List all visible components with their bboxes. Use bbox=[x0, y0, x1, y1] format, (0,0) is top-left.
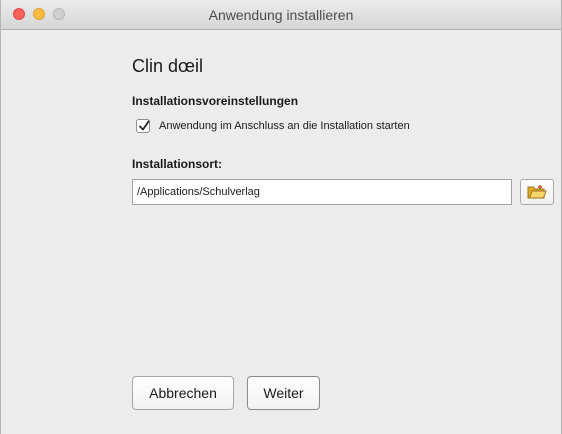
browse-folder-button[interactable] bbox=[520, 179, 554, 205]
settings-heading: Installationsvoreinstellungen bbox=[132, 94, 299, 108]
checkmark-icon bbox=[139, 120, 150, 131]
cancel-button[interactable]: Abbrechen bbox=[132, 376, 234, 410]
launch-after-install-label: Anwendung im Anschluss an die Installati… bbox=[159, 120, 410, 132]
app-name: Clin dœil bbox=[132, 56, 204, 76]
title-bar[interactable]: Anwendung installieren bbox=[1, 0, 561, 30]
window-title: Anwendung installieren bbox=[208, 7, 354, 23]
next-button[interactable]: Weiter bbox=[247, 376, 320, 410]
folder-open-icon bbox=[527, 185, 547, 199]
launch-after-install-option[interactable]: Anwendung im Anschluss an die Installati… bbox=[136, 118, 410, 134]
install-path-input[interactable] bbox=[132, 179, 512, 205]
installer-window: Anwendung installieren Clin dœil Install… bbox=[0, 0, 562, 434]
location-heading: Installationsort: bbox=[132, 157, 223, 171]
launch-after-install-checkbox[interactable] bbox=[136, 119, 150, 133]
